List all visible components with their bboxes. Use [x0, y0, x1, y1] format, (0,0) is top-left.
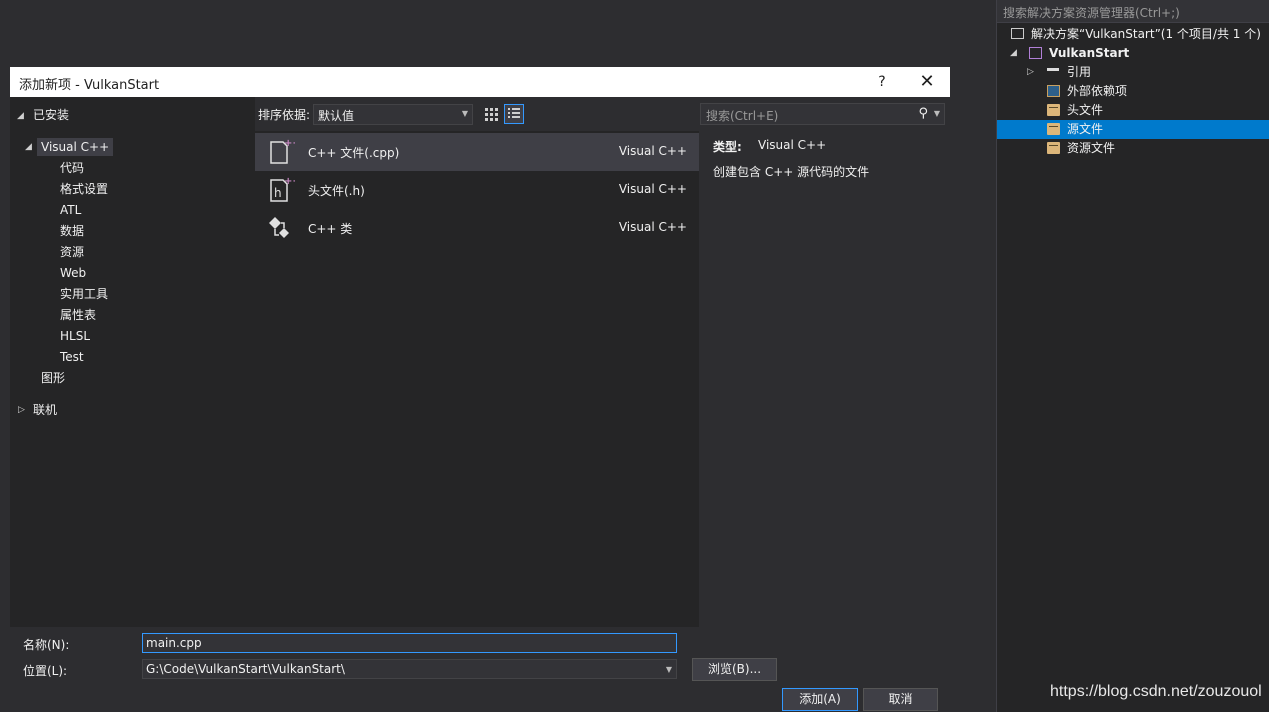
solution-icon: [1011, 28, 1024, 39]
watermark: https://blog.csdn.net/zouzouol: [1050, 683, 1262, 700]
list-icon: [508, 108, 520, 118]
tree-node-online[interactable]: 联机: [33, 401, 57, 419]
folder-icon: [1047, 123, 1060, 135]
cpp-file-icon: ++: [270, 138, 295, 164]
solution-search-placeholder: 搜索解决方案资源管理器(Ctrl+;): [1003, 6, 1180, 20]
solution-explorer: 搜索解决方案资源管理器(Ctrl+;) 解决方案“VulkanStart”(1 …: [996, 0, 1269, 712]
location-label: 位置(L):: [23, 664, 68, 678]
template-name: 头文件(.h): [308, 184, 365, 198]
template-name: C++ 文件(.cpp): [308, 146, 400, 160]
template-item-cpp-file[interactable]: ++ C++ 文件(.cpp) Visual C++: [255, 133, 699, 171]
tree-item-references[interactable]: ▷ 引用: [997, 63, 1269, 82]
project-node[interactable]: ◢ VulkanStart: [997, 44, 1269, 63]
template-list: ++ C++ 文件(.cpp) Visual C++ h ++ 头文件(.h) …: [255, 131, 699, 627]
tree-item-header-files[interactable]: 头文件: [997, 101, 1269, 120]
search-placeholder: 搜索(Ctrl+E): [706, 109, 779, 123]
template-type: Visual C++: [618, 220, 687, 234]
type-value: Visual C++: [758, 138, 827, 152]
name-field[interactable]: [142, 633, 677, 653]
add-button[interactable]: 添加(A): [782, 688, 858, 711]
tree-item-label: 头文件: [1067, 103, 1104, 117]
expanded-triangle-icon[interactable]: ◢: [1010, 44, 1017, 63]
add-new-item-dialog: 添加新项 - VulkanStart ? ✕ ◢ 已安装 ◢ Visual C+…: [10, 67, 950, 712]
tree-node-hlsl[interactable]: HLSL: [60, 327, 90, 345]
cancel-button[interactable]: 取消: [863, 688, 938, 711]
tree-item-label: 资源文件: [1067, 141, 1116, 155]
svg-text:++: ++: [284, 138, 295, 149]
folder-icon: [1047, 142, 1060, 154]
name-label: 名称(N):: [23, 638, 70, 652]
dialog-footer: 名称(N): 位置(L): G:\Code\VulkanStart\Vulkan…: [10, 627, 950, 712]
template-type: Visual C++: [618, 182, 687, 196]
tree-node-installed[interactable]: 已安装: [33, 106, 69, 124]
sort-value: 默认值: [318, 109, 355, 123]
small-icons-view-button[interactable]: [481, 104, 501, 124]
close-button[interactable]: ✕: [916, 72, 938, 92]
solution-search-input[interactable]: 搜索解决方案资源管理器(Ctrl+;): [997, 0, 1269, 23]
help-button[interactable]: ?: [872, 72, 892, 92]
project-label: VulkanStart: [1049, 46, 1130, 60]
tree-node-web[interactable]: Web: [60, 264, 86, 282]
external-deps-icon: [1047, 85, 1060, 97]
template-search-input[interactable]: 搜索(Ctrl+E) ⚲ ▼: [700, 103, 945, 125]
template-name: C++ 类: [308, 222, 353, 236]
type-key-label: 类型:: [713, 140, 742, 154]
category-tree: ◢ 已安装 ◢ Visual C++ 代码 格式设置 ATL 数据 资源 Web…: [10, 97, 255, 627]
sort-bar: 排序依据: 默认值 ▼: [255, 97, 699, 131]
dialog-title-bar: 添加新项 - VulkanStart ? ✕: [10, 67, 950, 97]
tree-node-test[interactable]: Test: [60, 348, 84, 366]
template-item-header-file[interactable]: h ++ 头文件(.h) Visual C++: [255, 171, 699, 209]
tree-node-graphics[interactable]: 图形: [41, 369, 65, 387]
tree-item-external-deps[interactable]: 外部依赖项: [997, 82, 1269, 101]
template-item-cpp-class[interactable]: C++ 类 Visual C++: [255, 209, 699, 247]
grid-icon: [485, 108, 498, 121]
tree-node-visual-cpp[interactable]: Visual C++: [37, 138, 114, 156]
references-icon: [1047, 68, 1059, 75]
solution-label: 解决方案“VulkanStart”(1 个项目/共 1 个): [1031, 27, 1261, 41]
project-icon: [1029, 47, 1042, 59]
tree-item-label: 引用: [1067, 65, 1092, 79]
solution-node[interactable]: 解决方案“VulkanStart”(1 个项目/共 1 个): [997, 25, 1269, 44]
chevron-down-icon[interactable]: ▼: [934, 109, 940, 118]
svg-text:h: h: [274, 186, 282, 200]
tree-item-resource-files[interactable]: 资源文件: [997, 139, 1269, 158]
tree-node-code[interactable]: 代码: [60, 159, 84, 177]
details-pane: 类型: Visual C++ 创建包含 C++ 源代码的文件: [700, 131, 950, 627]
list-view-button[interactable]: [504, 104, 524, 124]
tree-item-label: 外部依赖项: [1067, 84, 1128, 98]
sort-label: 排序依据:: [258, 108, 311, 122]
template-type: Visual C++: [618, 144, 687, 158]
tree-node-property-sheets[interactable]: 属性表: [60, 306, 96, 324]
tree-item-source-files[interactable]: 源文件: [997, 120, 1269, 139]
tree-node-utility[interactable]: 实用工具: [60, 285, 108, 303]
folder-icon: [1047, 104, 1060, 116]
collapsed-triangle-icon[interactable]: ▷: [1027, 63, 1034, 82]
chevron-down-icon: ▼: [461, 109, 468, 118]
tree-node-resource[interactable]: 资源: [60, 243, 84, 261]
template-description: 创建包含 C++ 源代码的文件: [713, 165, 870, 179]
search-icon[interactable]: ⚲: [918, 106, 928, 121]
browse-button[interactable]: 浏览(B)...: [692, 658, 777, 681]
expanded-triangle-icon[interactable]: ◢: [17, 111, 24, 121]
sort-dropdown[interactable]: 默认值 ▼: [313, 104, 473, 125]
collapsed-triangle-icon[interactable]: ▷: [18, 405, 25, 415]
header-file-icon: h ++: [270, 176, 295, 202]
location-value: G:\Code\VulkanStart\VulkanStart\: [146, 662, 345, 676]
tree-node-atl[interactable]: ATL: [60, 201, 81, 219]
tree-node-formatting[interactable]: 格式设置: [60, 180, 108, 198]
dialog-title: 添加新项 - VulkanStart: [19, 78, 160, 93]
location-dropdown[interactable]: G:\Code\VulkanStart\VulkanStart\ ▼: [142, 659, 677, 679]
class-icon: [269, 217, 289, 238]
expanded-triangle-icon[interactable]: ◢: [25, 142, 32, 152]
chevron-down-icon: ▼: [665, 665, 672, 674]
tree-item-label: 源文件: [1067, 122, 1104, 136]
tree-node-data[interactable]: 数据: [60, 222, 84, 240]
svg-text:++: ++: [284, 176, 295, 187]
